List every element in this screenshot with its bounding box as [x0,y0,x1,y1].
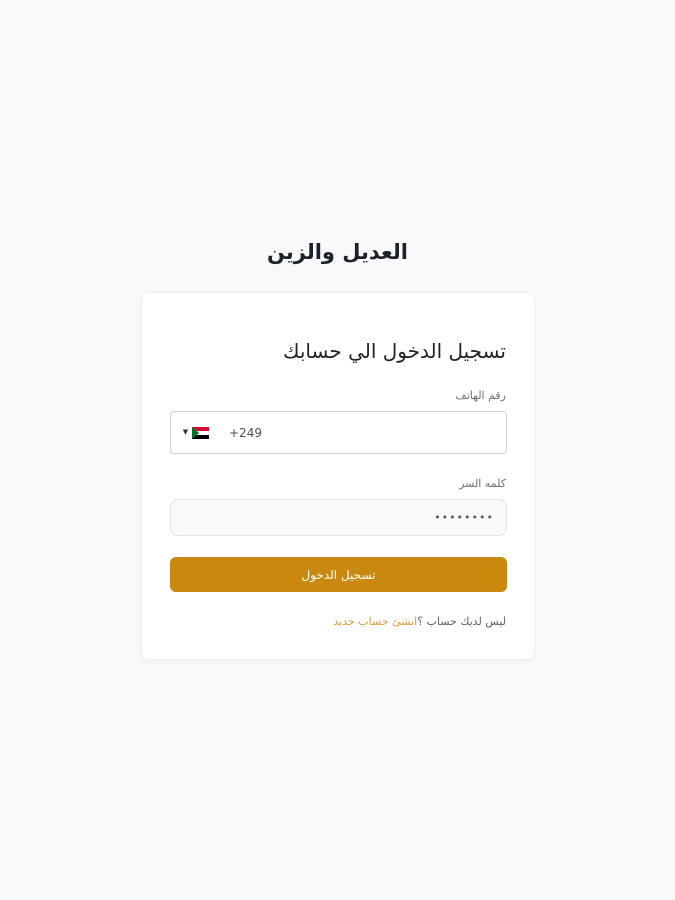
chevron-down-icon: ▼ [182,428,189,436]
brand-title: العديل والزين [267,240,408,264]
login-button[interactable]: تسجيل الدخول [170,557,507,592]
password-input[interactable] [170,499,507,536]
phone-field: ▼ [170,411,507,454]
create-account-link[interactable]: انشئ حساب جديد [333,615,417,628]
login-title: تسجيل الدخول الي حسابك [283,339,506,363]
no-account-text: ليس لديك حساب ؟ [417,615,506,628]
login-card: تسجيل الدخول الي حسابك رقم الهاتف ▼ كلمه… [141,292,535,660]
sudan-flag-icon [192,426,210,439]
phone-input[interactable] [229,412,499,453]
phone-label: رقم الهاتف [455,389,506,402]
password-label: كلمه السر [459,477,506,490]
register-prompt: ليس لديك حساب ؟انشئ حساب جديد [333,615,506,628]
country-code-select[interactable]: ▼ [171,412,221,453]
